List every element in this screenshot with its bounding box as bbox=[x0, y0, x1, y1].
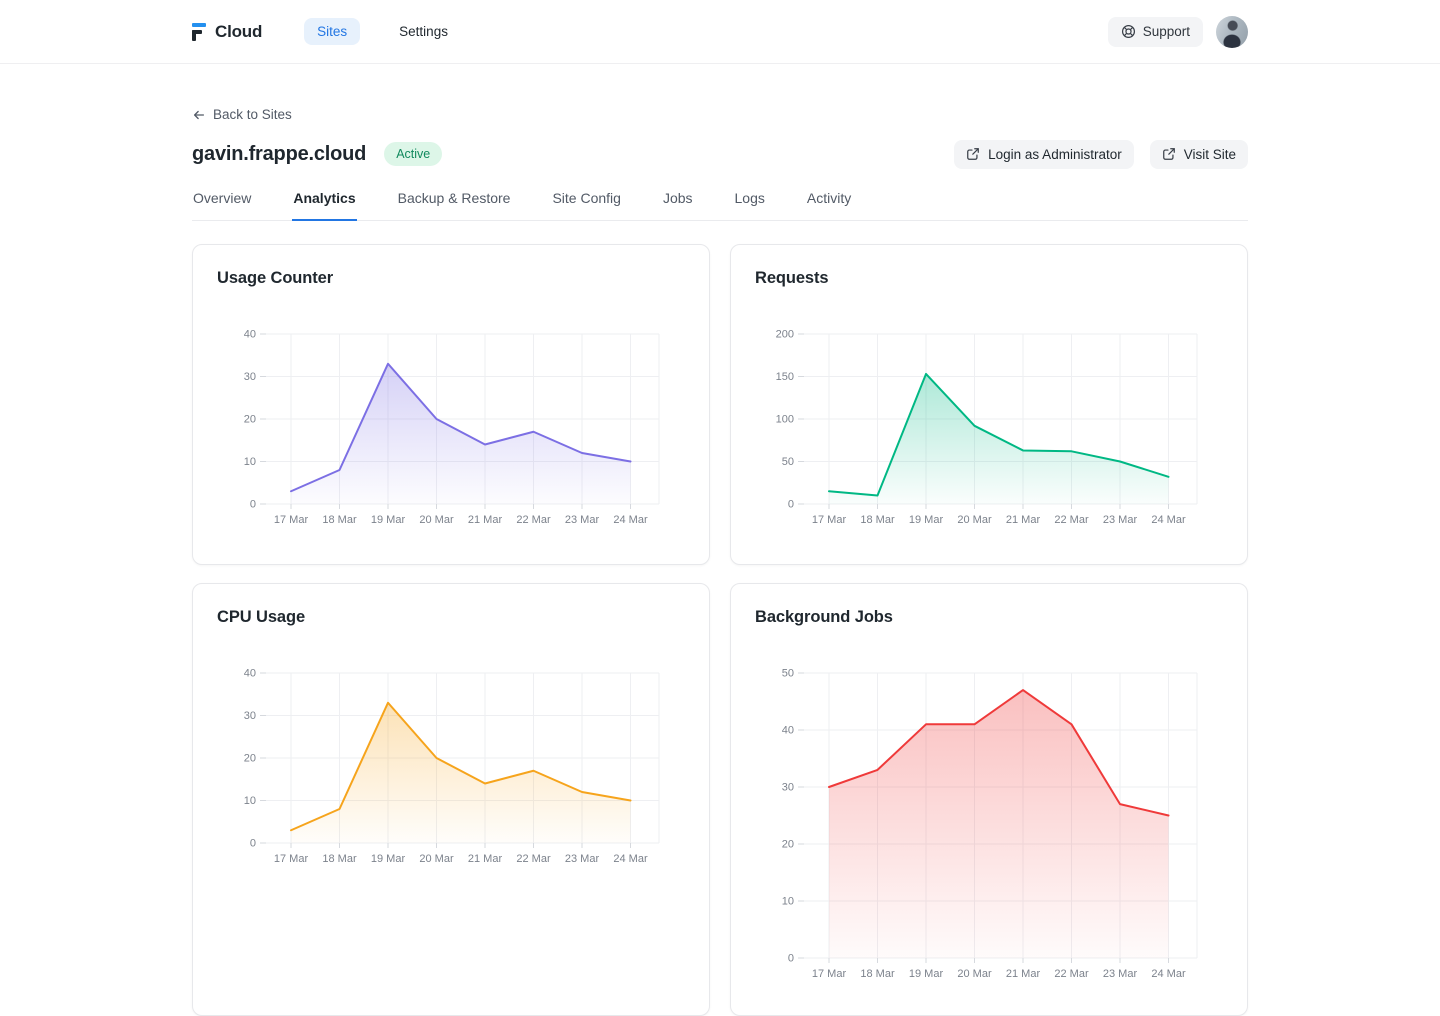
usage-counter-chart[interactable]: 0 10 20 30 40 17 Mar 18 Mar 19 Mar 20 Mar 21 Mar 2… bbox=[217, 322, 685, 537]
tab-activity[interactable]: Activity bbox=[806, 190, 852, 221]
chart-title: CPU Usage bbox=[217, 608, 685, 627]
svg-text:20 Mar: 20 Mar bbox=[957, 514, 992, 526]
life-buoy-icon bbox=[1121, 24, 1136, 39]
user-avatar[interactable] bbox=[1216, 16, 1248, 48]
page-title: gavin.frappe.cloud bbox=[192, 143, 366, 166]
svg-text:22 Mar: 22 Mar bbox=[1054, 514, 1089, 526]
tab-jobs[interactable]: Jobs bbox=[662, 190, 694, 221]
requests-card: Requests 0 50 100 150 200 17 Mar 18 Mar 19 Mar 2… bbox=[730, 244, 1248, 565]
svg-text:23 Mar: 23 Mar bbox=[565, 514, 600, 526]
status-badge: Active bbox=[384, 142, 442, 166]
external-link-icon bbox=[1162, 147, 1176, 161]
svg-text:50: 50 bbox=[782, 667, 794, 679]
tab-overview[interactable]: Overview bbox=[192, 190, 252, 221]
visit-site-button[interactable]: Visit Site bbox=[1150, 140, 1248, 169]
svg-text:19 Mar: 19 Mar bbox=[371, 514, 406, 526]
login-as-administrator-button[interactable]: Login as Administrator bbox=[954, 140, 1134, 169]
svg-text:21 Mar: 21 Mar bbox=[468, 853, 503, 865]
svg-text:24 Mar: 24 Mar bbox=[1151, 968, 1186, 980]
svg-text:20: 20 bbox=[782, 838, 794, 850]
svg-text:18 Mar: 18 Mar bbox=[860, 514, 895, 526]
svg-text:23 Mar: 23 Mar bbox=[1103, 968, 1138, 980]
external-link-icon bbox=[966, 147, 980, 161]
svg-text:23 Mar: 23 Mar bbox=[1103, 514, 1138, 526]
main-content: Back to Sites gavin.frappe.cloud Active … bbox=[192, 64, 1248, 1016]
svg-text:20 Mar: 20 Mar bbox=[419, 514, 454, 526]
svg-text:24 Mar: 24 Mar bbox=[1151, 514, 1186, 526]
svg-text:18 Mar: 18 Mar bbox=[322, 514, 357, 526]
logo-text: Cloud bbox=[215, 22, 262, 42]
svg-text:0: 0 bbox=[250, 498, 256, 510]
svg-text:150: 150 bbox=[776, 371, 794, 383]
svg-text:19 Mar: 19 Mar bbox=[371, 853, 406, 865]
tab-backup-restore[interactable]: Backup & Restore bbox=[397, 190, 512, 221]
svg-text:20: 20 bbox=[244, 413, 256, 425]
chart-title: Usage Counter bbox=[217, 269, 685, 288]
svg-text:17 Mar: 17 Mar bbox=[274, 853, 309, 865]
svg-text:10: 10 bbox=[244, 795, 256, 807]
background-jobs-chart[interactable]: 0 10 20 30 40 50 17 Mar 18 Mar 19 Mar 20 Mar 21 Ma… bbox=[755, 661, 1223, 991]
nav-item-sites[interactable]: Sites bbox=[304, 18, 360, 45]
nav-item-settings[interactable]: Settings bbox=[386, 18, 461, 45]
tab-site-config[interactable]: Site Config bbox=[551, 190, 621, 221]
svg-text:17 Mar: 17 Mar bbox=[812, 514, 847, 526]
svg-text:19 Mar: 19 Mar bbox=[909, 514, 944, 526]
tab-analytics[interactable]: Analytics bbox=[292, 190, 356, 221]
cpu-usage-card: CPU Usage 0 10 20 30 40 17 Mar 18 Mar 19 Mar 20 … bbox=[192, 583, 710, 1016]
frappe-logo-icon bbox=[192, 22, 208, 41]
primary-nav: Sites Settings bbox=[304, 18, 461, 45]
usage-counter-card: Usage Counter 0 10 20 30 40 17 Mar 18 Mar 19 Ma… bbox=[192, 244, 710, 565]
chart-title: Requests bbox=[755, 269, 1223, 288]
cpu-usage-chart[interactable]: 0 10 20 30 40 17 Mar 18 Mar 19 Mar 20 Mar 21 Mar 2… bbox=[217, 661, 685, 876]
svg-text:40: 40 bbox=[782, 724, 794, 736]
svg-text:30: 30 bbox=[782, 781, 794, 793]
svg-text:200: 200 bbox=[776, 328, 794, 340]
svg-text:22 Mar: 22 Mar bbox=[516, 853, 551, 865]
svg-text:20 Mar: 20 Mar bbox=[419, 853, 454, 865]
svg-text:10: 10 bbox=[782, 895, 794, 907]
svg-text:22 Mar: 22 Mar bbox=[1054, 968, 1089, 980]
svg-text:0: 0 bbox=[788, 952, 794, 964]
svg-text:21 Mar: 21 Mar bbox=[1006, 968, 1041, 980]
chart-title: Background Jobs bbox=[755, 608, 1223, 627]
svg-text:50: 50 bbox=[782, 456, 794, 468]
back-to-sites-link[interactable]: Back to Sites bbox=[192, 107, 292, 122]
svg-text:18 Mar: 18 Mar bbox=[322, 853, 357, 865]
svg-text:24 Mar: 24 Mar bbox=[613, 514, 648, 526]
svg-text:23 Mar: 23 Mar bbox=[565, 853, 600, 865]
support-button[interactable]: Support bbox=[1108, 17, 1203, 47]
svg-text:40: 40 bbox=[244, 328, 256, 340]
site-tabs: Overview Analytics Backup & Restore Site… bbox=[192, 190, 1248, 221]
frappe-cloud-logo[interactable]: Cloud bbox=[192, 22, 262, 42]
svg-text:24 Mar: 24 Mar bbox=[613, 853, 648, 865]
svg-text:10: 10 bbox=[244, 456, 256, 468]
background-jobs-card: Background Jobs 0 10 20 30 40 50 17 Mar 18 Mar 1… bbox=[730, 583, 1248, 1016]
svg-text:0: 0 bbox=[788, 498, 794, 510]
svg-text:30: 30 bbox=[244, 710, 256, 722]
svg-text:30: 30 bbox=[244, 371, 256, 383]
svg-text:40: 40 bbox=[244, 667, 256, 679]
svg-text:21 Mar: 21 Mar bbox=[1006, 514, 1041, 526]
svg-text:20 Mar: 20 Mar bbox=[957, 968, 992, 980]
svg-text:21 Mar: 21 Mar bbox=[468, 514, 503, 526]
svg-text:22 Mar: 22 Mar bbox=[516, 514, 551, 526]
tab-logs[interactable]: Logs bbox=[734, 190, 766, 221]
top-navbar: Cloud Sites Settings Support bbox=[0, 0, 1440, 64]
svg-text:19 Mar: 19 Mar bbox=[909, 968, 944, 980]
arrow-left-icon bbox=[192, 108, 206, 122]
svg-text:17 Mar: 17 Mar bbox=[274, 514, 309, 526]
svg-text:20: 20 bbox=[244, 752, 256, 764]
svg-text:18 Mar: 18 Mar bbox=[860, 968, 895, 980]
support-label: Support bbox=[1143, 24, 1190, 39]
svg-text:17 Mar: 17 Mar bbox=[812, 968, 847, 980]
svg-text:0: 0 bbox=[250, 837, 256, 849]
requests-chart[interactable]: 0 50 100 150 200 17 Mar 18 Mar 19 Mar 20 Mar 21 M… bbox=[755, 322, 1223, 537]
svg-text:100: 100 bbox=[776, 413, 794, 425]
